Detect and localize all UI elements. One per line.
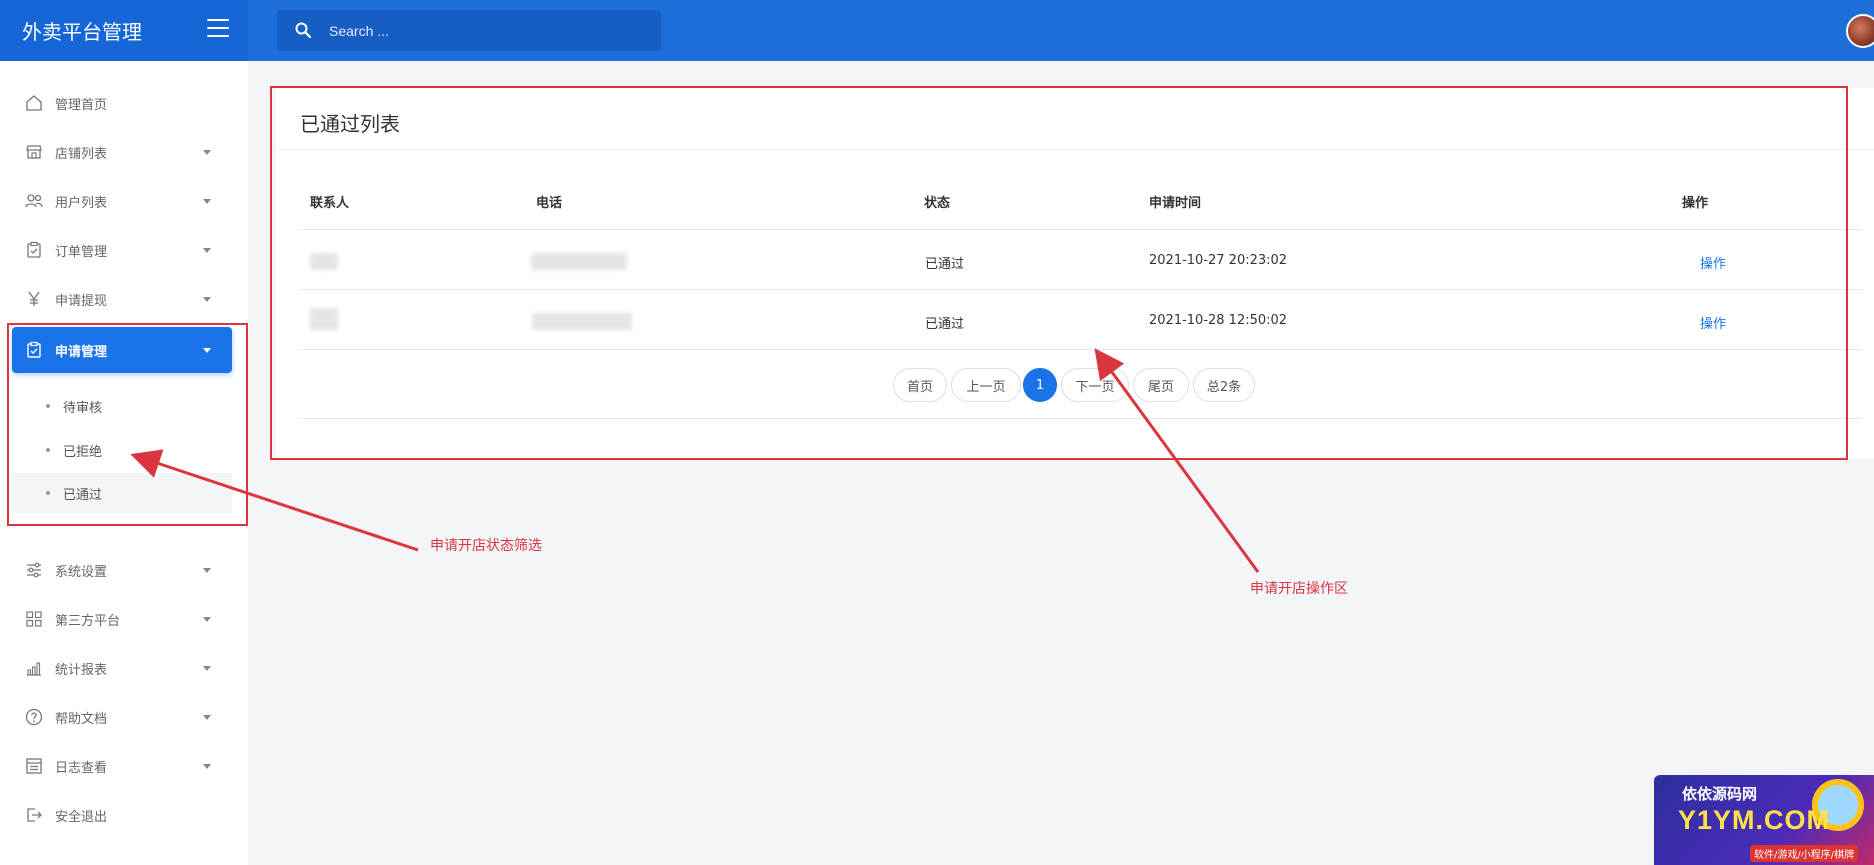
column-header-contact: 联系人 [310, 196, 350, 211]
sidebar-item-logout[interactable]: 安全退出 [0, 791, 248, 839]
watermark-line1: 依依源码网 [1682, 785, 1758, 803]
divider [300, 289, 1862, 290]
contact-name-redacted [310, 308, 338, 330]
chevron-down-icon [203, 666, 211, 671]
apply-time: 2021-10-27 20:23:02 [1149, 253, 1288, 268]
phone-redacted [532, 313, 632, 330]
bullet-icon [46, 404, 50, 408]
sidebar-item-label: 第三方平台 [55, 614, 121, 629]
sidebar-item-label: 管理首页 [55, 98, 108, 113]
sidebar-item-stores[interactable]: 店铺列表 [0, 128, 248, 176]
sidebar: 管理首页 店铺列表 用户列表 订单管理 申请提现 申请管理 待审核 已拒绝 已通… [0, 61, 248, 865]
yen-icon [28, 291, 40, 306]
logout-icon [27, 808, 42, 822]
users-icon [25, 194, 43, 208]
submenu-item-label: 已通过 [63, 488, 103, 503]
sidebar-item-third-party[interactable]: 第三方平台 [0, 595, 248, 643]
sidebar-item-label: 申请提现 [55, 294, 108, 309]
column-header-status: 状态 [924, 196, 951, 211]
top-bar: 外卖平台管理 [0, 0, 1874, 61]
chevron-down-icon [203, 199, 211, 204]
watermark-logo: 依依源码网 Y1YM.COM 软件/游戏/小程序/棋牌 [1654, 775, 1874, 865]
sidebar-item-label: 帮助文档 [55, 712, 108, 727]
menu-toggle-icon[interactable] [207, 19, 229, 39]
watermark-line3: 软件/游戏/小程序/棋牌 [1750, 845, 1859, 862]
pager-current-page[interactable]: 1 [1023, 368, 1057, 402]
approved-list-panel: 已通过列表 联系人 电话 状态 申请时间 操作 已通过 2021-10-27 2… [276, 88, 1874, 458]
chevron-down-icon [203, 248, 211, 253]
bar-chart-icon [27, 662, 41, 676]
divider [300, 349, 1862, 350]
bullet-icon [46, 491, 50, 495]
chevron-down-icon [203, 764, 211, 769]
sidebar-item-logs[interactable]: 日志查看 [0, 742, 248, 790]
submenu-item-label: 已拒绝 [63, 445, 103, 460]
chevron-down-icon [203, 297, 211, 302]
chevron-down-icon [203, 568, 211, 573]
search-icon [295, 22, 311, 38]
status-badge: 已通过 [925, 317, 965, 332]
divider [300, 229, 1862, 230]
log-icon [26, 758, 42, 774]
sidebar-item-help[interactable]: 帮助文档 [0, 693, 248, 741]
grid-icon [26, 611, 42, 627]
submenu-item-approved[interactable]: 已通过 [12, 473, 232, 513]
pager-first-button[interactable]: 首页 [893, 368, 947, 402]
column-header-action: 操作 [1682, 196, 1709, 211]
avatar[interactable] [1846, 14, 1874, 48]
sidebar-item-label: 店铺列表 [55, 147, 108, 162]
page-title: 已通过列表 [300, 112, 400, 136]
sliders-icon [27, 562, 41, 578]
sidebar-item-users[interactable]: 用户列表 [0, 177, 248, 225]
sidebar-item-label: 安全退出 [55, 810, 108, 825]
brand-area: 外卖平台管理 [0, 0, 248, 61]
apply-time: 2021-10-28 12:50:02 [1149, 313, 1288, 328]
contact-name-redacted [310, 253, 338, 270]
sidebar-item-label: 申请管理 [55, 345, 108, 360]
pager-next-button[interactable]: 下一页 [1061, 368, 1129, 402]
sidebar-item-applications[interactable]: 申请管理 [12, 327, 232, 373]
sidebar-item-label: 订单管理 [55, 245, 108, 260]
column-header-phone: 电话 [536, 196, 563, 211]
sidebar-item-label: 日志查看 [55, 761, 108, 776]
column-header-time: 申请时间 [1149, 196, 1202, 211]
search-box [277, 10, 661, 51]
help-icon [25, 708, 43, 726]
submenu-item-pending[interactable]: 待审核 [12, 386, 232, 426]
annotation-label-actions: 申请开店操作区 [1250, 581, 1348, 597]
brand-title: 外卖平台管理 [22, 20, 142, 44]
watermark-line2: Y1YM.COM [1678, 805, 1831, 835]
sidebar-item-label: 用户列表 [55, 196, 108, 211]
status-badge: 已通过 [925, 257, 965, 272]
clipboard-check-icon [27, 341, 41, 358]
chevron-down-icon [203, 715, 211, 720]
chevron-down-icon [203, 348, 211, 353]
sidebar-item-withdraw[interactable]: 申请提现 [0, 275, 248, 323]
action-link[interactable]: 操作 [1700, 253, 1726, 272]
home-icon [26, 95, 42, 111]
sidebar-item-orders[interactable]: 订单管理 [0, 226, 248, 274]
sidebar-item-label: 统计报表 [55, 663, 108, 678]
bullet-icon [46, 448, 50, 452]
pager-total: 总2条 [1193, 368, 1255, 402]
action-link[interactable]: 操作 [1700, 313, 1726, 332]
submenu-item-rejected[interactable]: 已拒绝 [12, 430, 232, 470]
divider [276, 149, 1874, 150]
store-icon [26, 145, 42, 159]
sidebar-item-reports[interactable]: 统计报表 [0, 644, 248, 692]
sidebar-item-label: 系统设置 [55, 565, 108, 580]
phone-redacted [531, 253, 627, 270]
submenu-item-label: 待审核 [63, 401, 103, 416]
annotation-label-filter: 申请开店状态筛选 [430, 538, 542, 554]
chevron-down-icon [203, 617, 211, 622]
chevron-down-icon [203, 150, 211, 155]
pager-last-button[interactable]: 尾页 [1133, 368, 1189, 402]
search-input[interactable] [329, 10, 649, 51]
sidebar-item-home[interactable]: 管理首页 [0, 79, 248, 127]
clipboard-icon [27, 241, 41, 258]
sidebar-item-settings[interactable]: 系统设置 [0, 546, 248, 594]
divider [300, 418, 1862, 419]
pager-prev-button[interactable]: 上一页 [951, 368, 1021, 402]
